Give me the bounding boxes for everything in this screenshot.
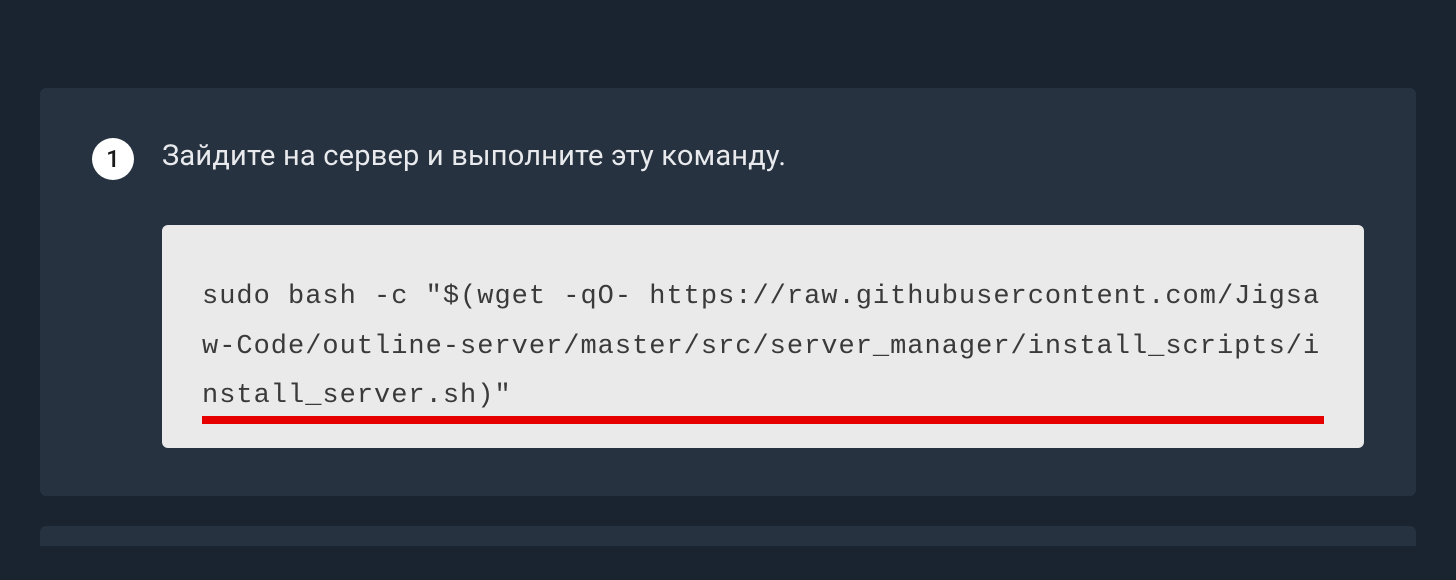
code-block[interactable]: sudo bash -c "$(wget -qO- https://raw.gi… xyxy=(162,225,1364,449)
instruction-card: 1 Зайдите на сервер и выполните эту кома… xyxy=(40,88,1416,496)
step-row: 1 Зайдите на сервер и выполните эту кома… xyxy=(92,136,1364,448)
step-number-badge: 1 xyxy=(92,138,134,180)
step-instruction-text: Зайдите на сервер и выполните эту команд… xyxy=(162,136,1364,177)
command-text: sudo bash -c "$(wget -qO- https://raw.gi… xyxy=(202,273,1324,423)
step-content: Зайдите на сервер и выполните эту команд… xyxy=(162,136,1364,448)
step-number-text: 1 xyxy=(106,145,120,173)
next-card-peek xyxy=(40,526,1416,546)
